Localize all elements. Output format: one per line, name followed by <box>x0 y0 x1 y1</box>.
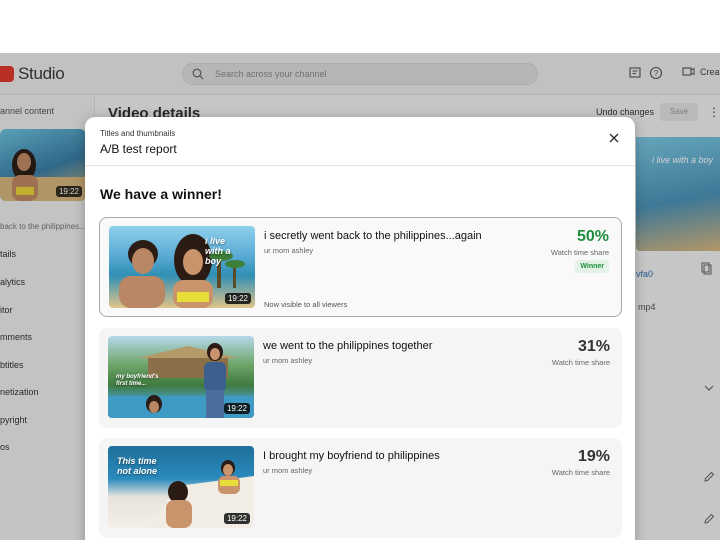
thumbnail-caption: my boyfriend's first time... <box>116 374 159 387</box>
watch-time-percent: 19% <box>577 448 610 465</box>
watch-time-label: Watch time share <box>551 358 610 367</box>
result-thumbnail: i live with a boy 19:22 <box>109 226 255 308</box>
result-channel: ur mom ashley <box>264 246 314 255</box>
watch-time-percent: 31% <box>577 338 610 355</box>
result-card: my boyfriend's first time... 19:22 we we… <box>99 328 622 428</box>
winner-headline: We have a winner! <box>100 186 222 202</box>
result-status: Now visible to all viewers <box>264 300 348 309</box>
result-card: This time not alone 19:22 I brought my b… <box>99 438 622 538</box>
ab-test-report-dialog: Titles and thumbnails A/B test report We… <box>85 117 635 540</box>
video-duration: 19:22 <box>224 293 251 304</box>
dialog-title: A/B test report <box>100 142 177 156</box>
result-thumbnail: my boyfriend's first time... 19:22 <box>108 336 254 418</box>
thumbnail-caption: This time not alone <box>117 456 157 476</box>
screen: Studio Search across your channel ? Crea… <box>0 0 720 540</box>
video-duration: 19:22 <box>223 513 250 524</box>
watch-time-label: Watch time share <box>550 248 609 257</box>
result-channel: ur mom ashley <box>263 466 313 475</box>
close-icon[interactable] <box>607 131 621 145</box>
watch-time-label: Watch time share <box>551 468 610 477</box>
winner-badge: Winner <box>575 260 609 273</box>
dialog-divider <box>85 165 635 166</box>
thumbnail-caption: i live with a boy <box>205 236 231 266</box>
result-title: i secretly went back to the philippines.… <box>264 230 482 242</box>
result-channel: ur mom ashley <box>263 356 313 365</box>
result-title: I brought my boyfriend to philippines <box>263 450 440 462</box>
dialog-subtitle: Titles and thumbnails <box>100 129 176 138</box>
result-card-winner: i live with a boy 19:22 i secretly went … <box>99 217 622 317</box>
result-thumbnail: This time not alone 19:22 <box>108 446 254 528</box>
video-duration: 19:22 <box>223 403 250 414</box>
watch-time-percent: 50% <box>576 228 609 245</box>
result-title: we went to the philippines together <box>263 340 433 352</box>
